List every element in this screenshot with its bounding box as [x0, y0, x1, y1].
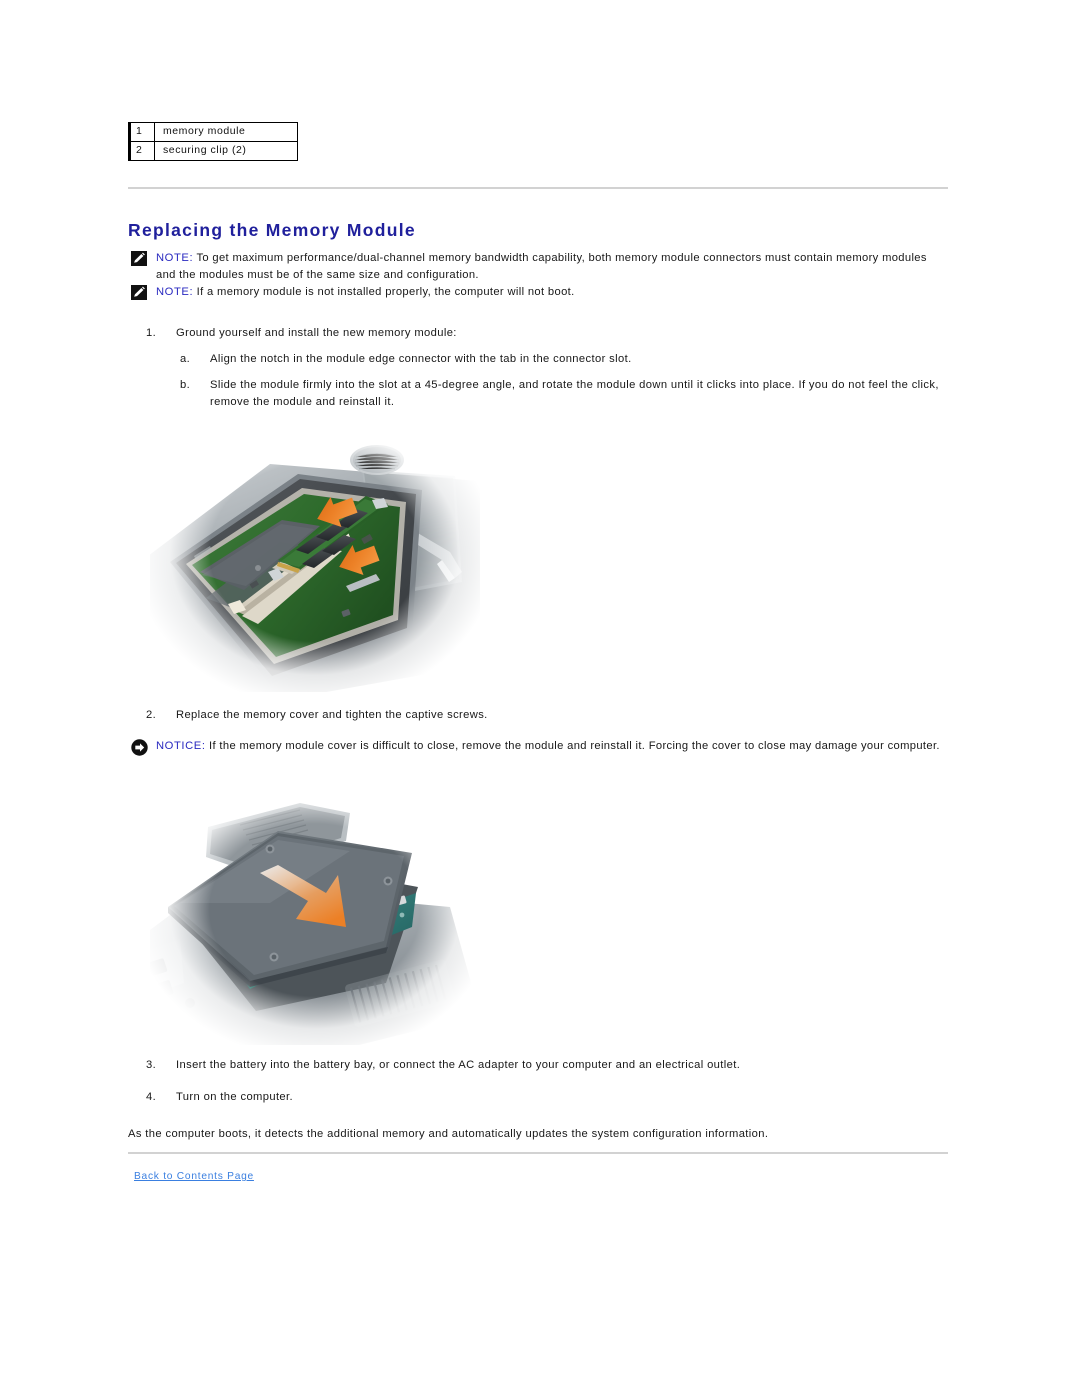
notice-body: If the memory module cover is difficult …: [205, 740, 940, 752]
note-body: If a memory module is not installed prop…: [193, 286, 575, 298]
notice-block-1: NOTICE: If the memory module cover is di…: [128, 738, 948, 756]
step-marker: a.: [180, 353, 191, 365]
note-text: NOTE: To get maximum performance/dual-ch…: [128, 250, 948, 283]
step-text: Replace the memory cover and tighten the…: [176, 709, 488, 721]
note-tag: NOTE:: [156, 252, 194, 264]
step-marker: 1.: [146, 327, 157, 339]
callout-number: 2: [128, 141, 155, 161]
memory-cover-replacement-photo: [150, 775, 480, 1045]
step-text: Insert the battery into the battery bay,…: [176, 1059, 741, 1071]
notice-text: NOTICE: If the memory module cover is di…: [128, 738, 948, 755]
step-marker: 3.: [146, 1059, 157, 1071]
table-row: 1 memory module: [128, 122, 298, 142]
notice-tag: NOTICE:: [156, 740, 206, 752]
document-page: 1 memory module 2 securing clip (2) Repl…: [0, 0, 1080, 1397]
section-divider-top: [128, 187, 948, 189]
step-item-2: 2. Replace the memory cover and tighten …: [146, 707, 946, 724]
step-item-1b: b. Slide the module firmly into the slot…: [180, 377, 970, 410]
pencil-icon: [131, 285, 147, 300]
note-block-1: NOTE: To get maximum performance/dual-ch…: [128, 250, 948, 283]
note-body: To get maximum performance/dual-channel …: [156, 252, 927, 281]
step-marker: 2.: [146, 709, 157, 721]
step-item-4: 4. Turn on the computer.: [146, 1089, 946, 1106]
pencil-icon: [131, 251, 147, 266]
arrow-circle-icon: [131, 739, 148, 756]
callout-label: securing clip (2): [154, 141, 298, 161]
callout-label: memory module: [154, 122, 298, 142]
step-text: Ground yourself and install the new memo…: [176, 327, 457, 339]
note-tag: NOTE:: [156, 286, 194, 298]
step-item-1a: a. Align the notch in the module edge co…: [180, 351, 980, 368]
step-marker: b.: [180, 379, 191, 391]
step-text: Align the notch in the module edge conne…: [210, 353, 632, 365]
step-text: Slide the module firmly into the slot at…: [210, 379, 939, 408]
back-to-contents-link[interactable]: Back to Contents Page: [134, 1171, 254, 1182]
note-text: NOTE: If a memory module is not installe…: [128, 284, 948, 301]
note-block-2: NOTE: If a memory module is not installe…: [128, 284, 948, 301]
callout-number: 1: [128, 122, 155, 142]
section-divider-bottom: [128, 1152, 948, 1154]
page-title: Replacing the Memory Module: [128, 219, 416, 240]
table-row: 2 securing clip (2): [128, 141, 298, 161]
closing-paragraph: As the computer boots, it detects the ad…: [128, 1128, 769, 1141]
step-item-1: 1. Ground yourself and install the new m…: [146, 325, 946, 342]
step-item-3: 3. Insert the battery into the battery b…: [146, 1057, 946, 1074]
memory-module-installation-photo: [150, 412, 480, 692]
step-text: Turn on the computer.: [176, 1091, 294, 1103]
callout-legend-table: 1 memory module 2 securing clip (2): [128, 122, 298, 161]
step-marker: 4.: [146, 1091, 157, 1103]
